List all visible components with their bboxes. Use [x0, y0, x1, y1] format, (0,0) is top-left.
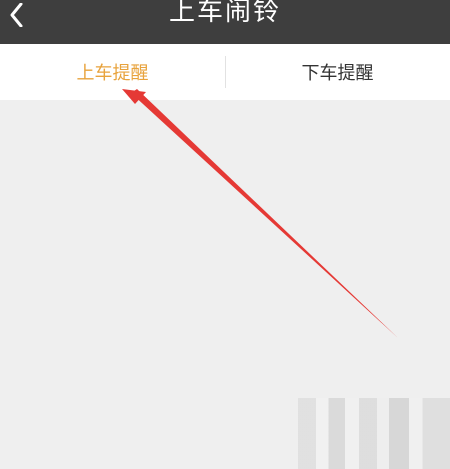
blurred-watermark: [298, 398, 450, 469]
tab-boarding-reminder[interactable]: 上车提醒: [0, 44, 225, 100]
title-bar: 上车闹铃: [0, 0, 450, 44]
page-title: 上车闹铃: [168, 0, 281, 27]
tab-divider: [225, 56, 226, 88]
tab-alighting-reminder[interactable]: 下车提醒: [225, 44, 450, 100]
